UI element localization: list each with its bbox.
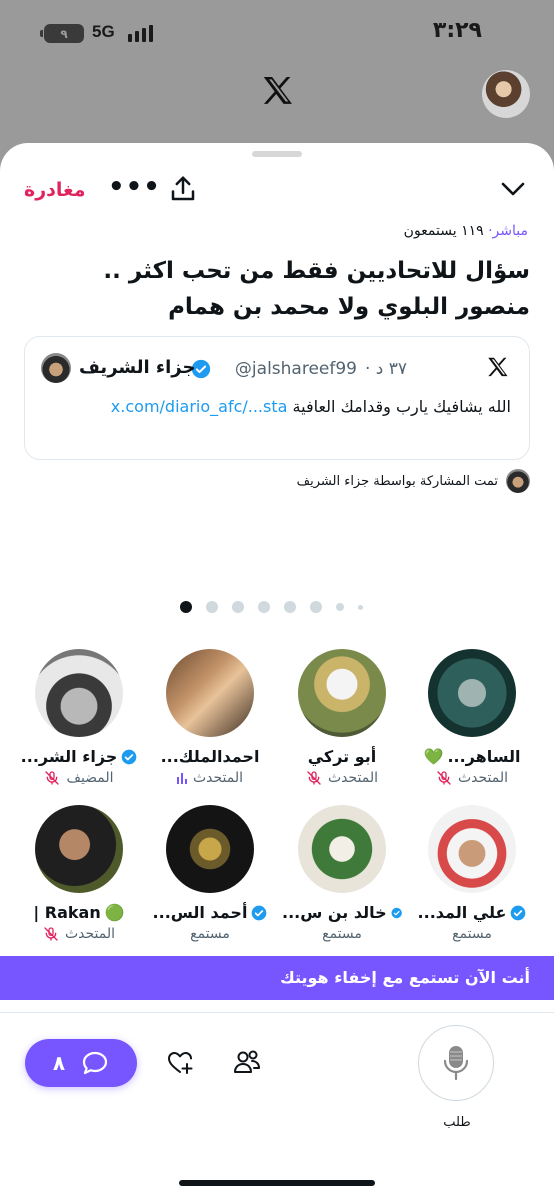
speaker-avatar [428, 805, 516, 893]
speaker-role: المتحدث [64, 926, 116, 942]
speaker-role: المتحدث [457, 770, 509, 786]
shared-by: تمت المشاركة بواسطة جزاء الشريف [297, 469, 530, 493]
mic-off-icon [45, 771, 60, 785]
status-time: ٣:٢٩ [432, 18, 482, 43]
speaker-role: المتحدث [192, 770, 244, 786]
x-logo-icon [263, 76, 292, 104]
speaker-name: الساهر... [447, 747, 521, 766]
speaker-name: احمدالملك... [160, 747, 260, 766]
speaker-avatar [35, 805, 123, 893]
chevron-down-icon[interactable] [500, 179, 526, 199]
tweet-time: ٣٧ د · [364, 359, 407, 379]
heart-plus-icon[interactable] [166, 1049, 194, 1077]
speaker-tile[interactable]: الساهر... 💚 المتحدث [412, 649, 532, 786]
page-dot[interactable] [284, 601, 296, 613]
listeners-count: ١١٩ يستمعون [403, 223, 484, 239]
shared-by-text: تمت المشاركة بواسطة جزاء الشريف [296, 473, 498, 489]
speaker-role: المتحدث [327, 770, 379, 786]
page-dot[interactable] [232, 601, 244, 613]
comments-button[interactable]: ٨ [25, 1039, 137, 1087]
people-icon[interactable] [232, 1047, 262, 1077]
page-indicator [180, 601, 363, 613]
comment-count: ٨ [52, 1051, 66, 1075]
mic-off-icon [44, 927, 58, 941]
leave-button[interactable]: مغادرة [24, 179, 86, 201]
shared-by-avatar [506, 469, 530, 493]
signal-icon [128, 24, 153, 42]
anonymous-listening-banner: أنت الآن تستمع مع إخفاء هويتك [0, 956, 554, 1000]
mic-off-icon [437, 771, 451, 785]
comment-icon [83, 1051, 108, 1075]
request-label: طلب [443, 1115, 471, 1130]
home-indicator [179, 1180, 375, 1186]
speaker-role: مستمع [452, 926, 492, 942]
tweet-author-name: جزاء الشريف [79, 357, 196, 378]
space-title: سؤال للاتحاديين فقط من تحب اكثر .. منصور… [103, 258, 530, 320]
speaker-emoji: 💚 [423, 747, 444, 766]
verified-icon [391, 907, 402, 918]
live-label: مباشر [492, 223, 528, 239]
speaker-name: Rakan | [33, 903, 101, 922]
speaker-emoji: 🟢 [104, 903, 125, 922]
speaker-avatar [428, 649, 516, 737]
status-bar: ٩ 5G ٣:٢٩ [0, 0, 554, 64]
speaker-name: أحمد الس... [152, 903, 248, 922]
speaker-tile[interactable]: خالد بن س... مستمع [282, 805, 402, 942]
battery-icon: ٩ [40, 24, 84, 43]
speaker-tile[interactable]: جزاء الشر... المضيف [19, 649, 139, 786]
pinned-tweet-card[interactable]: ٣٧ د · @jalshareef99 جزاء الشريف الله يش… [24, 336, 530, 460]
speaker-name: علي المد... [417, 903, 507, 922]
sheet-grabber[interactable] [252, 151, 302, 157]
page-dot[interactable] [180, 601, 192, 613]
page-dot[interactable] [310, 601, 322, 613]
speaking-indicator-icon [176, 772, 187, 784]
tweet-handle: @jalshareef99 [234, 359, 357, 379]
divider [0, 1012, 554, 1013]
speaker-role: مستمع [190, 926, 230, 942]
network-label: 5G [92, 22, 115, 41]
speaker-name: أبو تركي [307, 747, 377, 766]
page-dot[interactable] [336, 603, 344, 611]
speaker-avatar [298, 805, 386, 893]
speaker-avatar [35, 649, 123, 737]
mic-off-icon [307, 771, 321, 785]
account-avatar[interactable] [482, 70, 530, 118]
more-icon[interactable]: ••• [108, 174, 161, 200]
page-dot[interactable] [258, 601, 270, 613]
verified-icon [122, 749, 137, 764]
speaker-avatar [166, 649, 254, 737]
speaker-avatar [166, 805, 254, 893]
verified-icon [511, 905, 526, 920]
page-dot[interactable] [358, 604, 363, 610]
speaker-role: المضيف [66, 770, 114, 786]
microphone-icon [443, 1046, 469, 1081]
tweet-text: الله يشافيك يارب وقدامك العافية x.com/di… [110, 397, 511, 416]
space-sheet: مغادرة ••• مباشر· ١١٩ يستمعون سؤال للاتح… [0, 143, 554, 1199]
tweet-author-avatar [41, 353, 71, 383]
speaker-tile[interactable]: أبو تركي المتحدث [282, 649, 402, 786]
speaker-name: خالد بن س... [282, 903, 387, 922]
speaker-avatar [298, 649, 386, 737]
page-dot[interactable] [206, 601, 218, 613]
speaker-tile[interactable]: احمدالملك... المتحدث [150, 649, 270, 786]
speaker-tile[interactable]: 🟢 Rakan | المتحدث [19, 805, 139, 942]
speaker-tile[interactable]: أحمد الس... مستمع [150, 805, 270, 942]
tweet-link[interactable]: x.com/diario_afc/...sta [111, 397, 288, 416]
share-icon[interactable] [168, 173, 198, 205]
speaker-name: جزاء الشر... [20, 747, 118, 766]
verified-icon [252, 905, 267, 920]
live-status: مباشر· ١١٩ يستمعون [403, 223, 528, 239]
speaker-tile[interactable]: علي المد... مستمع [412, 805, 532, 942]
x-logo-icon [488, 357, 508, 377]
request-to-speak-button[interactable] [418, 1025, 494, 1101]
speaker-role: مستمع [322, 926, 362, 942]
